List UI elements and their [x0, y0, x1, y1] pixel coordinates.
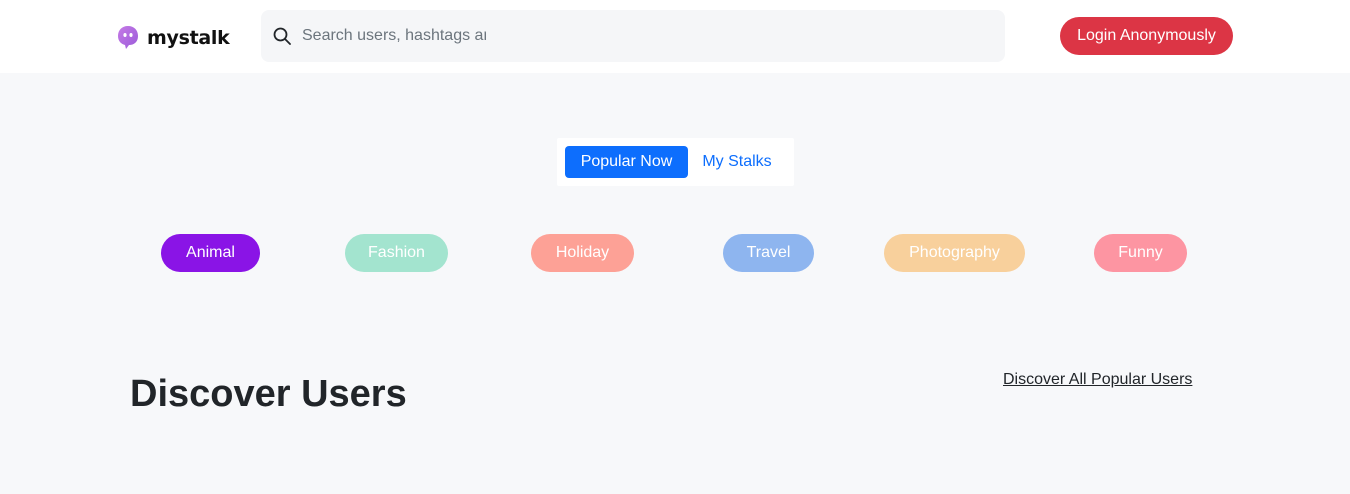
logo[interactable]: mystalk	[117, 24, 230, 52]
search-bar[interactable]	[261, 10, 1005, 62]
ghost-chat-bubble-icon	[118, 26, 138, 49]
tab-my-stalks[interactable]: My Stalks	[692, 146, 782, 178]
tab-popular-now[interactable]: Popular Now	[565, 146, 688, 178]
top-navbar: mystalk Login Anonymously	[0, 0, 1350, 73]
category-pill-fashion[interactable]: Fashion	[345, 234, 448, 272]
login-anonymously-button[interactable]: Login Anonymously	[1060, 17, 1233, 55]
category-pill-animal[interactable]: Animal	[161, 234, 260, 272]
category-pill-funny[interactable]: Funny	[1094, 234, 1187, 272]
discover-all-popular-users-link[interactable]: Discover All Popular Users	[1003, 370, 1192, 390]
discover-users-heading: Discover Users	[130, 373, 407, 415]
category-pill-travel[interactable]: Travel	[723, 234, 814, 272]
search-icon	[273, 27, 291, 45]
category-pill-holiday[interactable]: Holiday	[531, 234, 634, 272]
logo-text: mystalk	[147, 27, 230, 49]
search-input[interactable]	[302, 24, 486, 48]
feed-tabs: Popular Now My Stalks	[557, 138, 794, 186]
category-pill-photography[interactable]: Photography	[884, 234, 1025, 272]
